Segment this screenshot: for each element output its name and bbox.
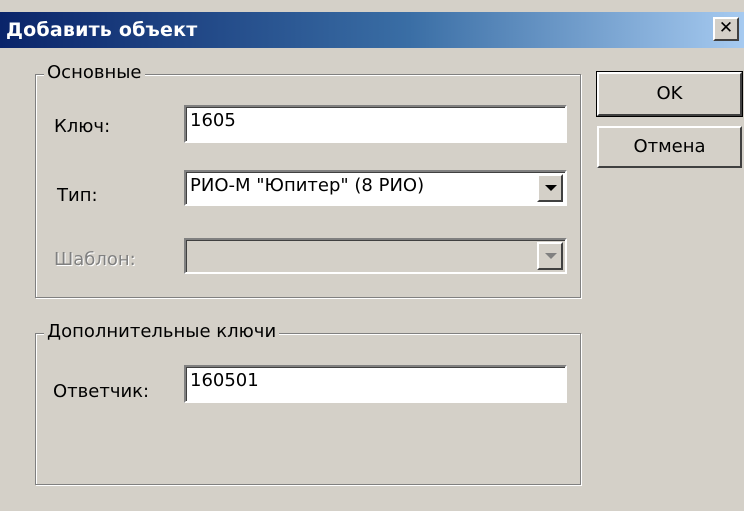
responder-label: Ответчик: [53,381,150,402]
type-label: Тип: [57,185,98,206]
close-icon: ✕ [718,18,734,38]
type-dropdown-button[interactable] [537,174,563,202]
chevron-down-icon [545,185,557,191]
template-label: Шаблон: [54,249,136,270]
close-button[interactable]: ✕ [713,17,739,41]
ok-button[interactable]: OK [596,71,743,117]
cancel-button[interactable]: Отмена [597,126,742,168]
type-select-value: РИО-М "Юпитер" (8 РИО) [190,175,425,196]
title-bar[interactable]: Добавить объект ✕ [0,12,744,48]
type-select[interactable]: РИО-М "Юпитер" (8 РИО) [184,170,567,206]
key-label: Ключ: [54,116,111,137]
template-select [184,238,567,274]
extra-keys-group: Дополнительные ключи [35,321,581,485]
responder-input[interactable]: 160501 [184,365,567,403]
main-group-legend: Основные [44,62,145,83]
window-title: Добавить объект [6,19,198,41]
key-input[interactable]: 1605 [184,105,567,143]
extra-keys-legend: Дополнительные ключи [44,321,280,342]
chevron-down-icon [545,253,557,259]
template-dropdown-button [537,242,563,270]
